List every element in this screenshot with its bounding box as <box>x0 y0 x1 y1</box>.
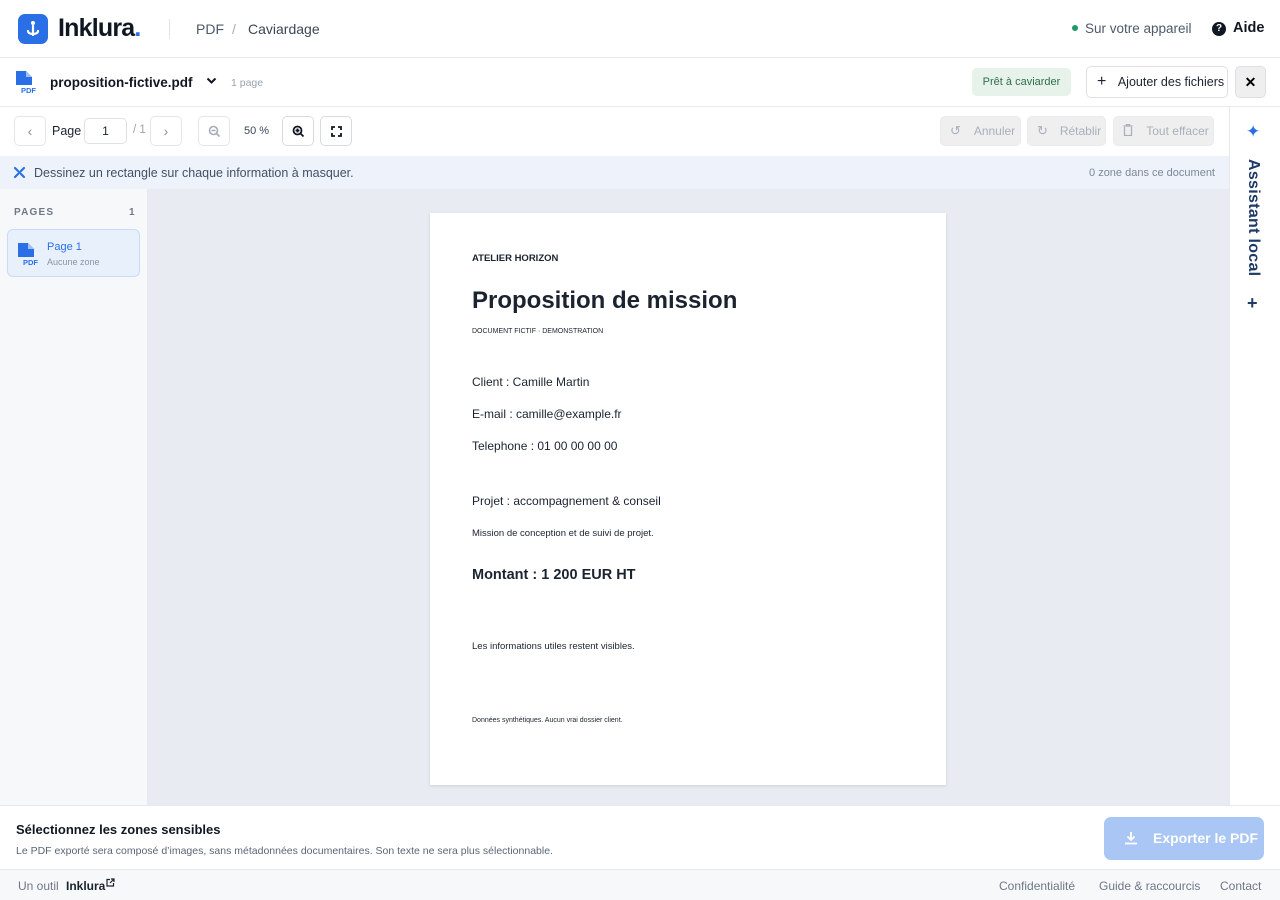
zoom-level: 50 % <box>244 125 270 137</box>
chevron-left-icon: ‹ <box>27 123 33 139</box>
file-name: proposition-fictive.pdf <box>50 75 193 90</box>
page-label: Page <box>52 124 82 138</box>
undo-button[interactable]: ↺ Annuler <box>940 116 1021 146</box>
doc-note: Les informations utiles restent visibles… <box>472 641 635 652</box>
page-thumbnail-subtitle: Aucune zone <box>47 257 100 267</box>
export-pdf-button[interactable]: Exporter le PDF <box>1104 817 1264 860</box>
app-footer: Un outil Inklura Confidentialité Guide &… <box>0 869 1280 900</box>
plus-icon: + <box>1097 73 1107 90</box>
footer-privacy-link[interactable]: Confidentialité <box>999 879 1075 893</box>
doc-mission: Mission de conception et de suivi de pro… <box>472 528 654 539</box>
breadcrumb-pdf[interactable]: PDF <box>196 21 224 37</box>
doc-project: Projet : accompagnement & conseil <box>472 494 661 508</box>
footer-tool-label: Un outil <box>18 879 59 893</box>
redo-icon: ↻ <box>1037 123 1048 138</box>
undo-icon: ↺ <box>950 123 961 138</box>
clear-all-button[interactable]: Tout effacer <box>1113 116 1214 146</box>
breadcrumb-separator: / <box>232 21 236 37</box>
document-page[interactable]: ATELIER HORIZON Proposition de mission D… <box>430 213 946 785</box>
redact-tool-icon <box>13 166 26 184</box>
zoom-in-icon <box>292 125 304 138</box>
page-thumbnail-1[interactable]: PDF Page 1 Aucune zone <box>7 229 140 277</box>
pdf-file-icon: PDF <box>14 70 36 99</box>
chevron-down-icon[interactable] <box>206 74 217 88</box>
zoom-in-button[interactable] <box>282 116 314 146</box>
device-status: Sur votre appareil <box>1072 21 1192 36</box>
pages-count: 1 <box>129 207 135 218</box>
fullscreen-icon <box>330 126 342 137</box>
doc-amount: Montant : 1 200 EUR HT <box>472 567 636 583</box>
assistant-label[interactable]: Assistant local <box>1244 159 1262 276</box>
close-file-button[interactable]: ✕ <box>1235 66 1266 98</box>
footer-contact-link[interactable]: Contact <box>1220 879 1261 893</box>
doc-phone: Telephone : 01 00 00 00 00 <box>472 439 618 453</box>
doc-title: Proposition de mission <box>472 287 738 314</box>
fit-page-button[interactable] <box>320 116 352 146</box>
status-badge: Prêt à caviarder <box>972 68 1071 96</box>
svg-text:PDF: PDF <box>21 86 36 94</box>
zone-count: 0 zone dans ce document <box>1089 167 1215 179</box>
doc-subtitle: DOCUMENT FICTIF · DEMONSTRATION <box>472 328 604 335</box>
close-icon: ✕ <box>1244 74 1257 90</box>
hint-bar: Dessinez un rectangle sur chaque informa… <box>0 156 1229 189</box>
top-header: Inklura. PDF / Caviardage Sur votre appa… <box>0 0 1280 58</box>
header-divider <box>169 19 170 39</box>
svg-text:PDF: PDF <box>23 258 38 266</box>
next-page-button[interactable]: › <box>150 116 182 146</box>
export-description: Le PDF exporté sera composé d’images, sa… <box>16 845 553 857</box>
add-files-button[interactable]: + Ajouter des fichiers <box>1086 66 1228 98</box>
previous-page-button[interactable]: ‹ <box>14 116 46 146</box>
zoom-out-button[interactable] <box>198 116 230 146</box>
pdf-page-icon: PDF <box>16 242 38 271</box>
page-thumbnail-title: Page 1 <box>47 241 82 253</box>
footer-guide-link[interactable]: Guide & raccourcis <box>1099 879 1200 893</box>
breadcrumb-current: Caviardage <box>248 21 320 37</box>
zoom-out-icon <box>208 125 220 138</box>
file-bar: PDF proposition-fictive.pdf 1 page Prêt … <box>0 58 1280 107</box>
pages-sidebar: PAGES 1 PDF Page 1 Aucune zone <box>0 189 148 805</box>
page-total: / 1 <box>133 124 146 136</box>
plus-icon[interactable]: + <box>1247 293 1258 314</box>
brand-name[interactable]: Inklura. <box>58 14 141 43</box>
doc-company: ATELIER HORIZON <box>472 253 559 264</box>
hint-text: Dessinez un rectangle sur chaque informa… <box>34 166 354 180</box>
sparkle-icon[interactable]: ✦ <box>1246 122 1260 142</box>
file-page-count: 1 page <box>231 77 264 89</box>
footer-brand-link[interactable]: Inklura <box>66 879 105 893</box>
help-icon: ? <box>1212 22 1226 36</box>
assistant-rail[interactable]: ✦ Assistant local + <box>1229 107 1280 805</box>
page-number-input[interactable] <box>84 118 127 144</box>
logo-icon[interactable] <box>18 14 48 44</box>
help-button[interactable]: ? Aide <box>1212 20 1264 36</box>
doc-email: E-mail : camille@example.fr <box>472 407 622 421</box>
document-canvas[interactable]: ATELIER HORIZON Proposition de mission D… <box>148 189 1229 805</box>
doc-footer: Données synthétiques. Aucun vrai dossier… <box>472 717 623 724</box>
viewer-toolbar: ‹ Page / 1 › 50 % ↺Annuler ↻Rétablir Tou… <box>0 107 1229 156</box>
export-bar: Sélectionnez les zones sensibles Le PDF … <box>0 805 1280 869</box>
redo-button[interactable]: ↻ Rétablir <box>1027 116 1106 146</box>
export-title: Sélectionnez les zones sensibles <box>16 822 221 837</box>
trash-icon <box>1123 117 1133 145</box>
status-dot-icon <box>1072 25 1078 31</box>
chevron-right-icon: › <box>163 123 169 139</box>
external-link-icon[interactable] <box>106 878 115 890</box>
doc-client: Client : Camille Martin <box>472 375 590 389</box>
pages-heading: PAGES <box>14 207 55 218</box>
download-icon <box>1124 817 1138 860</box>
